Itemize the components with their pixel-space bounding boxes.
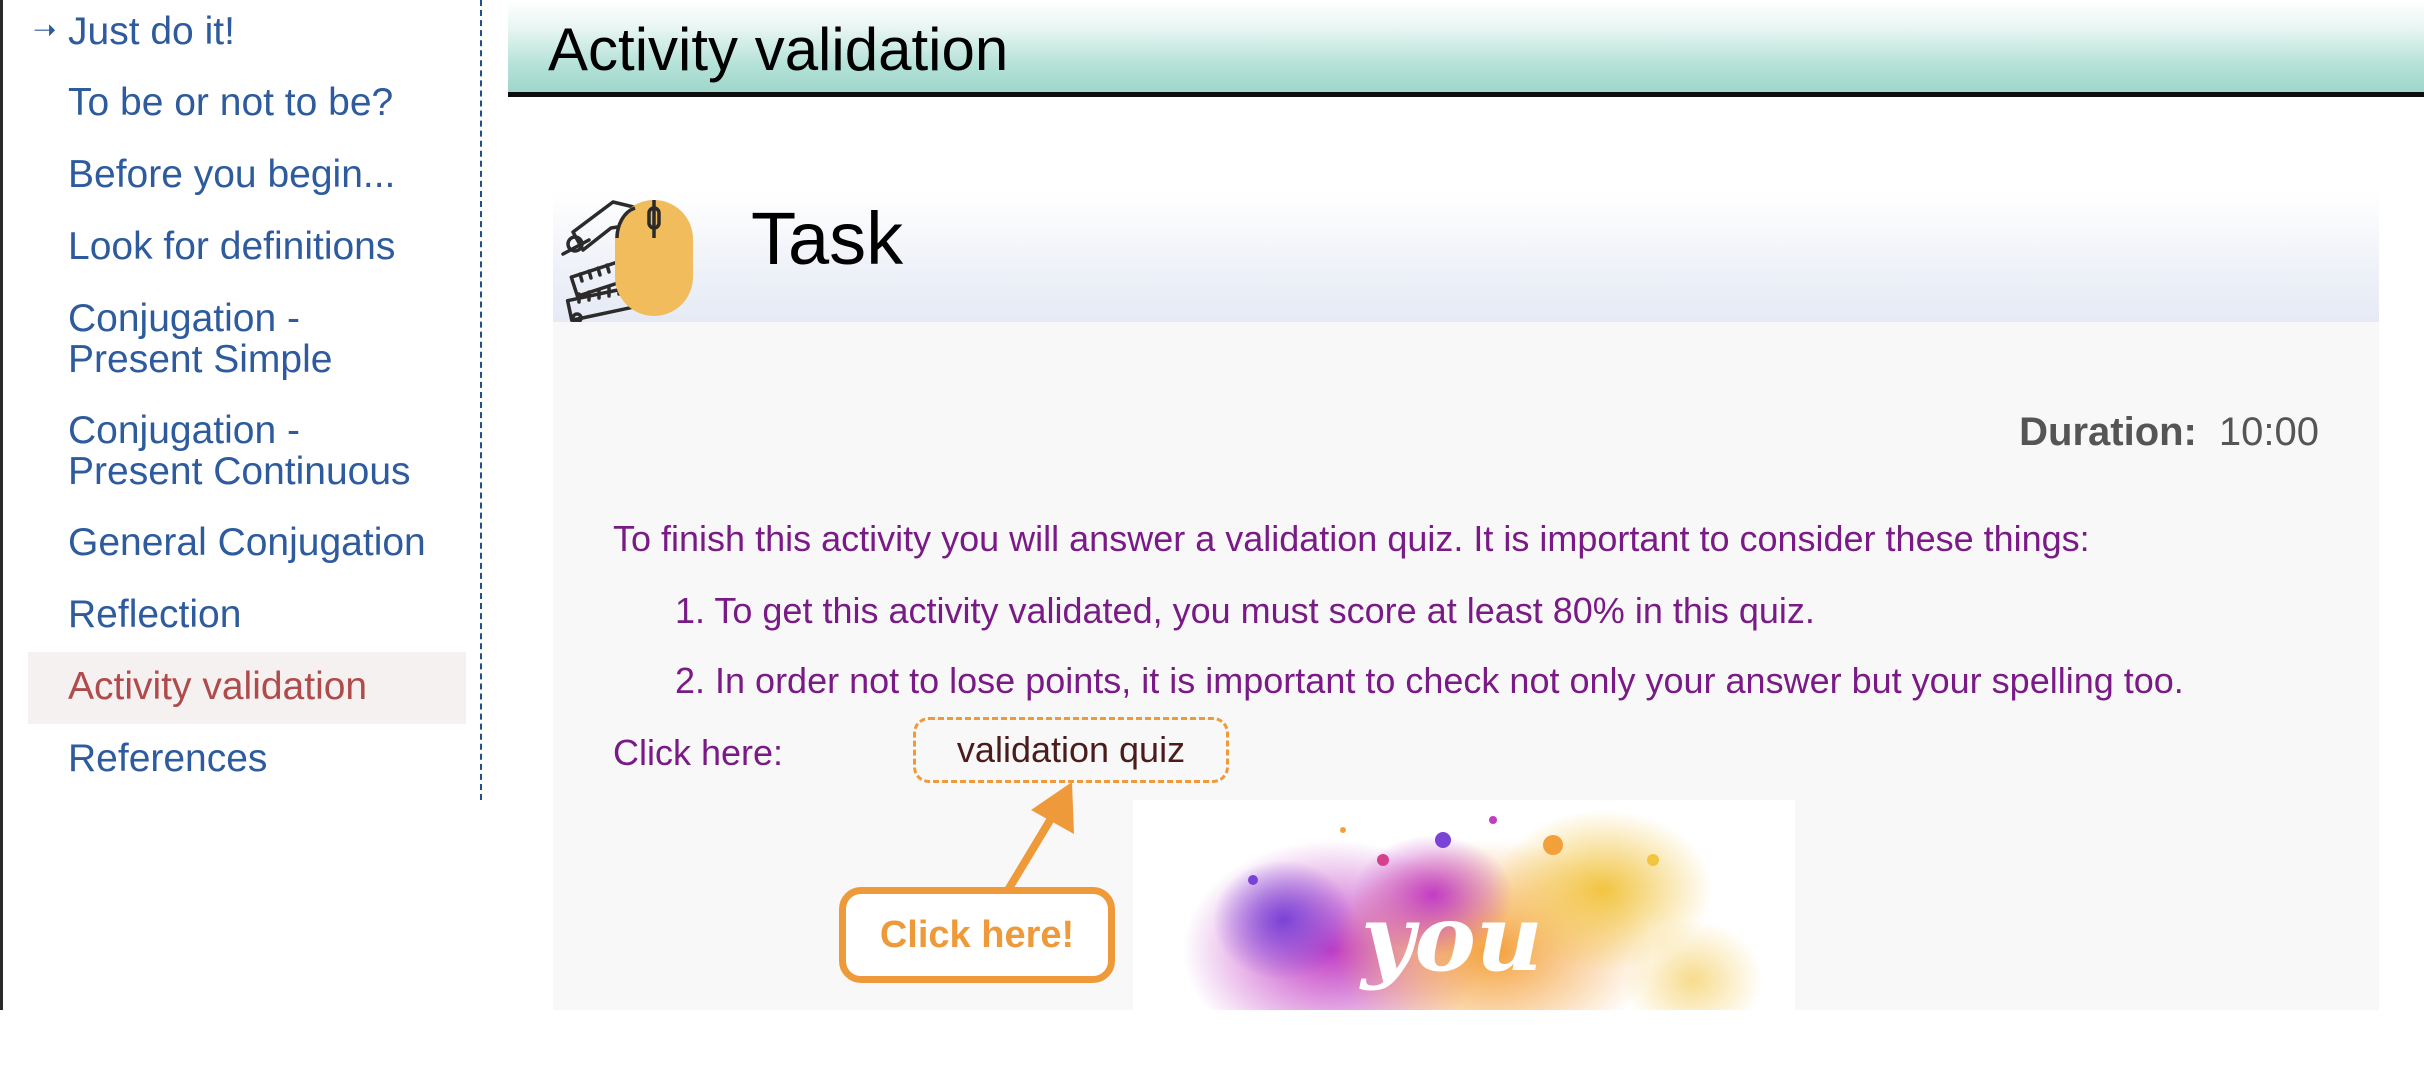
paint-splash-illustration: you <box>1183 810 1763 1010</box>
sidebar-item-label: Just do it! <box>68 10 235 53</box>
duration-value: 10:00 <box>2218 410 2319 454</box>
splash-text: you <box>1359 884 1543 992</box>
sidebar-item-to-be-or-not-to-be[interactable]: To be or not to be? <box>28 82 466 123</box>
sidebar-item-label: General Conjugation <box>68 521 426 564</box>
sidebar-item-label: References <box>68 737 268 780</box>
page-title: Activity validation <box>548 16 1009 83</box>
sidebar-item-label: Reflection <box>68 593 242 636</box>
motivational-splash-image: you <box>1133 800 1795 1010</box>
sidebar-item-label: Activity validation <box>68 665 368 708</box>
sidebar-item-label-line-2: Present Simple <box>68 338 333 381</box>
sidebar-item-label-line-2: Present Continuous <box>68 450 411 493</box>
sidebar-item-label: To be or not to be? <box>68 81 394 124</box>
sidebar-item-before-you-begin[interactable]: Before you begin... <box>28 154 466 195</box>
duration-label: Duration: <box>2019 410 2197 454</box>
task-intro-text: To finish this activity you will answer … <box>613 518 2090 559</box>
task-step-1: 1. To get this activity validated, you m… <box>675 590 1815 631</box>
sidebar-item-reflection[interactable]: Reflection <box>28 594 466 635</box>
task-header: Task <box>553 192 2379 322</box>
page-header: Activity validation <box>508 0 2424 97</box>
sidebar-item-label-line-1: Conjugation - <box>68 297 300 340</box>
sidebar-item-label-line-1: Conjugation - <box>68 409 300 452</box>
task-card: Task Duration: 10:00 To finish this activ… <box>553 192 2379 1010</box>
sidebar-item-references[interactable]: References <box>28 738 466 779</box>
sidebar-item-label: Look for definitions <box>68 225 396 268</box>
sidebar-item-just-do-it[interactable]: ➝ Just do it! <box>28 11 466 52</box>
click-here-label: Click here: <box>613 732 784 773</box>
sidebar-item-look-for-definitions[interactable]: Look for definitions <box>28 226 466 267</box>
task-title: Task <box>751 197 904 280</box>
click-here-callout: Click here! <box>839 887 1115 983</box>
sidebar-nav: ➝ Just do it! To be or not to be? Before… <box>0 0 482 800</box>
sidebar-item-conjugation-present-simple[interactable]: Conjugation - Present Simple <box>28 298 466 380</box>
duration: Duration: 10:00 <box>2019 410 2319 455</box>
task-step-2: 2. In order not to lose points, it is im… <box>675 660 2184 701</box>
sidebar-item-label: Before you begin... <box>68 153 396 196</box>
sidebar-item-general-conjugation[interactable]: General Conjugation <box>28 522 466 563</box>
arrow-right-icon: ➝ <box>33 14 57 45</box>
sidebar-item-activity-validation[interactable]: Activity validation <box>28 652 466 724</box>
mouse-tools-icon <box>561 200 693 322</box>
sidebar-item-conjugation-present-continuous[interactable]: Conjugation - Present Continuous <box>28 410 466 492</box>
